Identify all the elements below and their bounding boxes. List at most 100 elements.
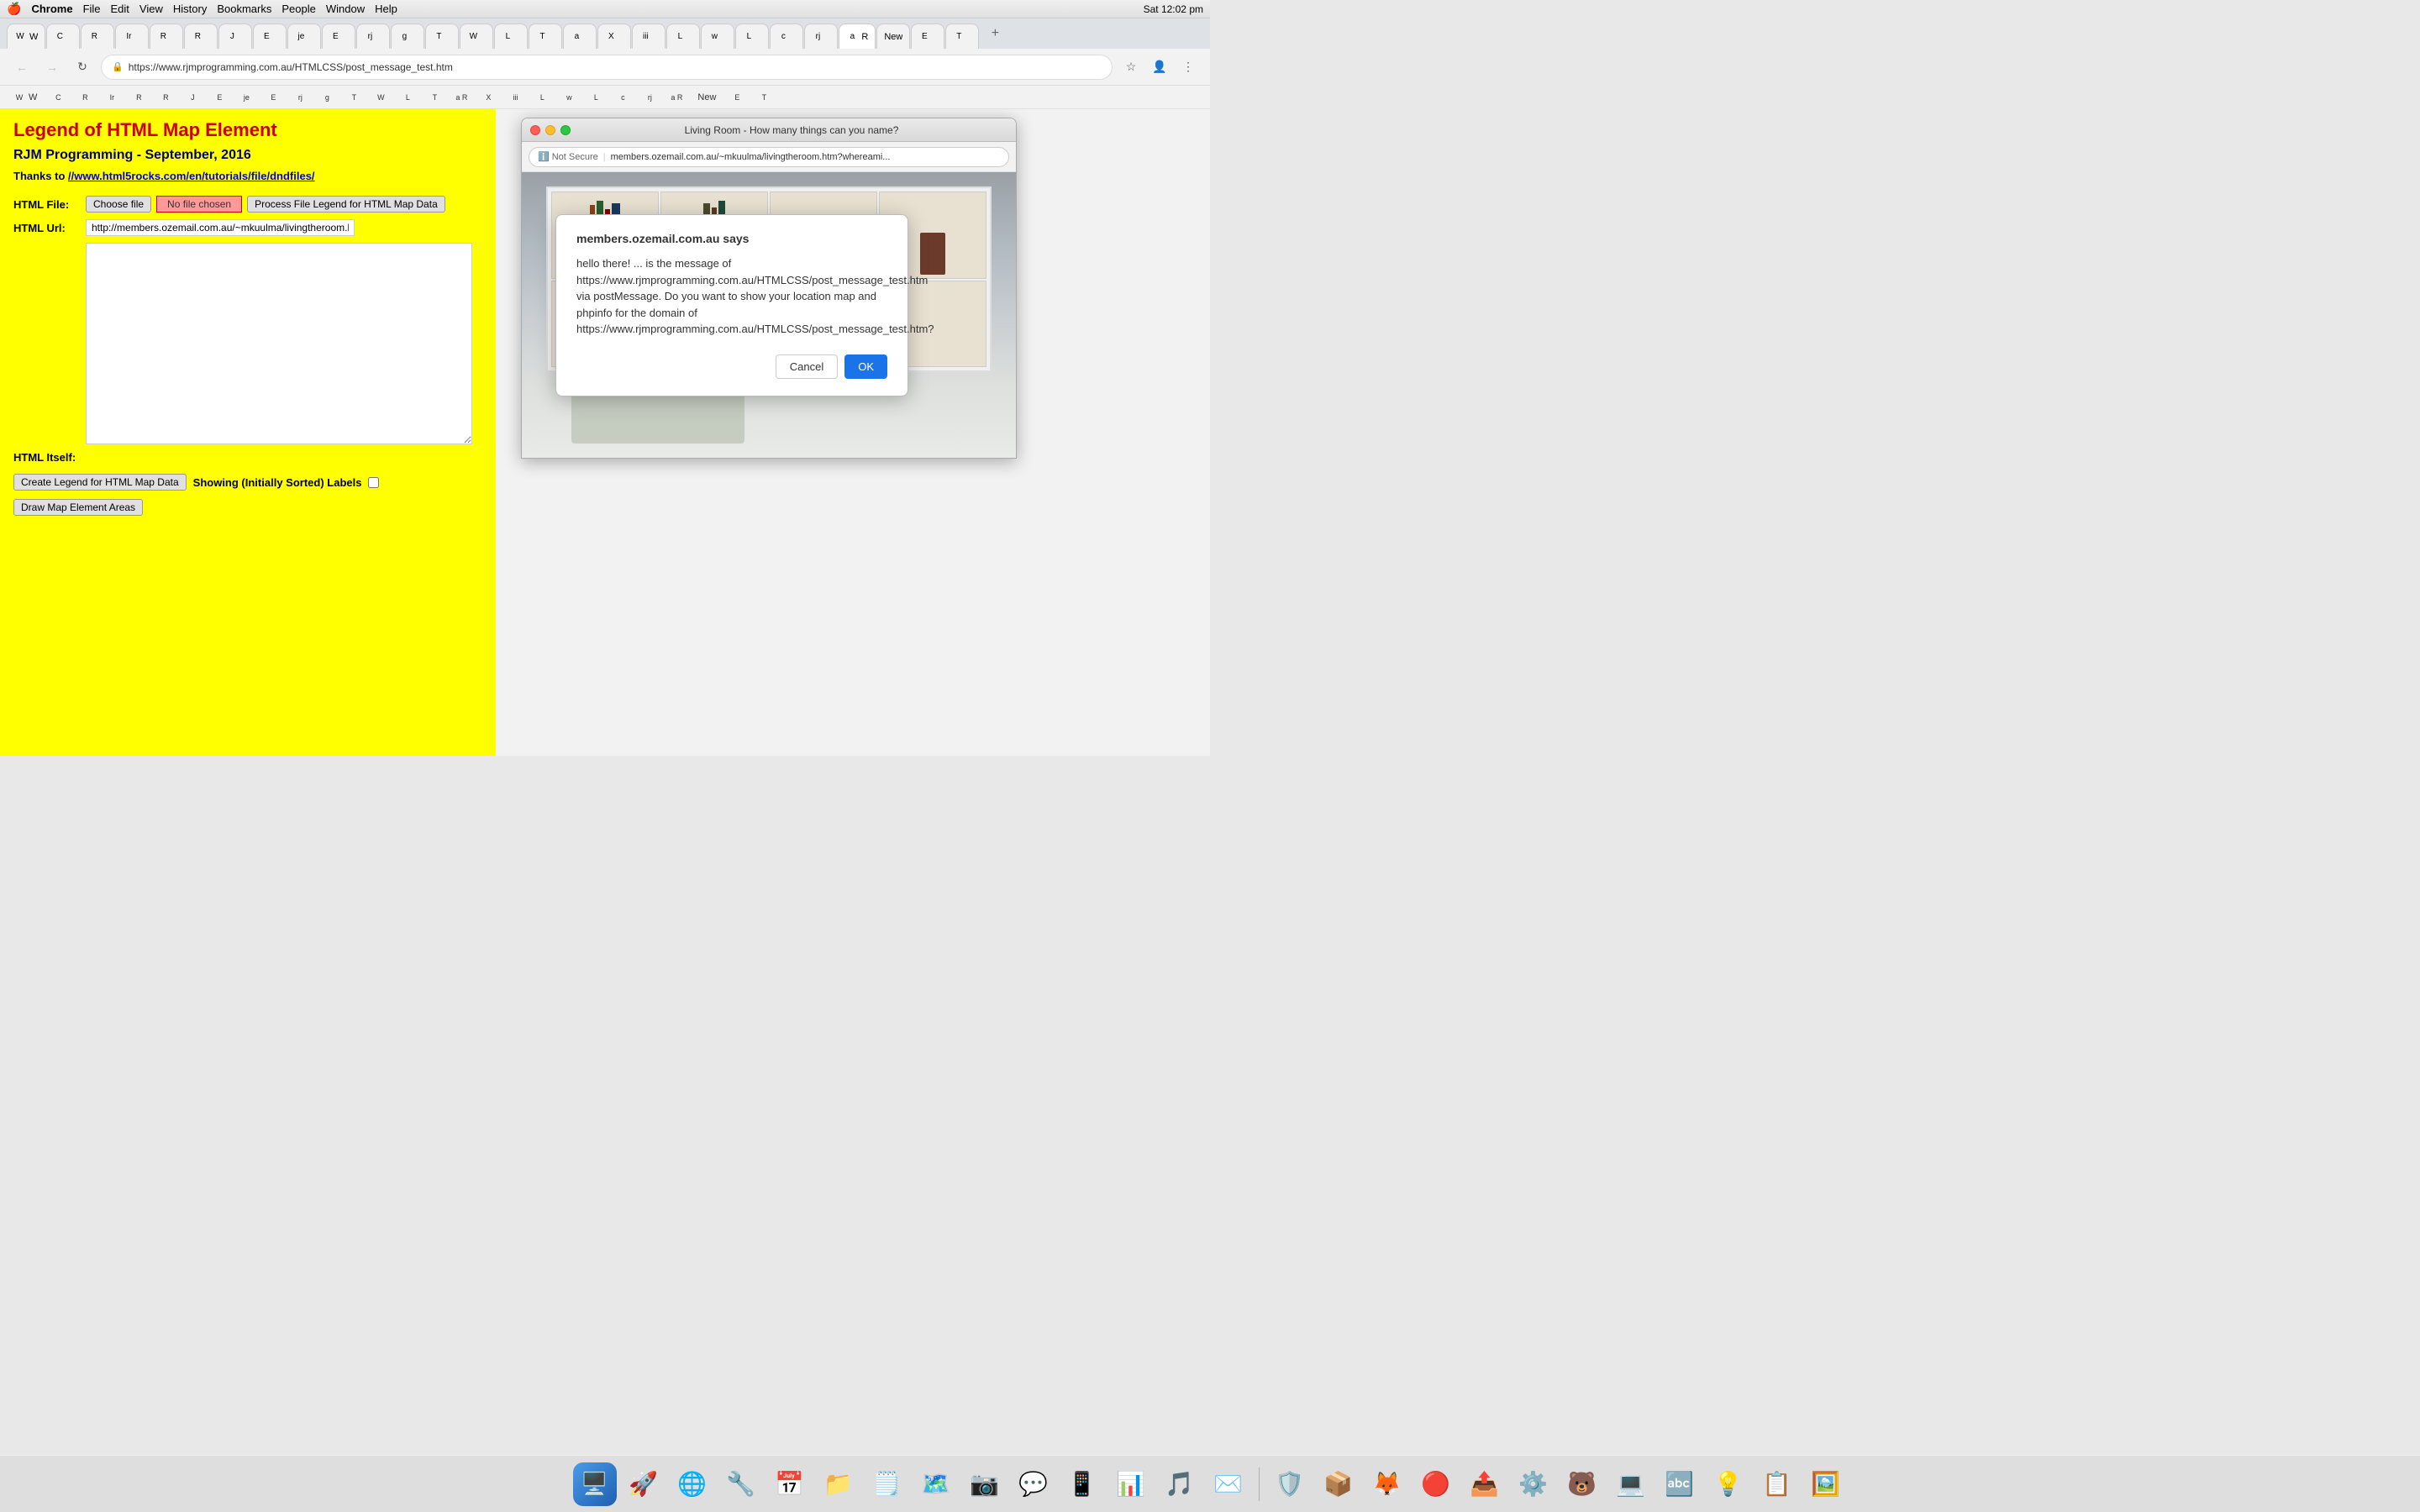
bookmark-r3[interactable]: R — [153, 88, 178, 107]
bookmark-rj[interactable]: rj — [287, 88, 313, 107]
dock-numbers[interactable]: 📊 — [1109, 1462, 1153, 1506]
tab-ar1[interactable]: a — [563, 24, 597, 49]
tab-t1[interactable]: T — [425, 24, 459, 49]
bookmark-new[interactable]: New — [691, 88, 723, 107]
tab-ir[interactable]: Ir — [115, 24, 149, 49]
bookmark-j[interactable]: J — [180, 88, 205, 107]
bookmark-ir[interactable]: Ir — [99, 88, 124, 107]
tab-t2[interactable]: T — [945, 24, 979, 49]
back-button[interactable]: ← — [10, 55, 34, 79]
draw-map-button[interactable]: Draw Map Element Areas — [13, 499, 143, 516]
bookmark-t2[interactable]: T — [751, 88, 776, 107]
dock-mail[interactable]: ✉️ — [1207, 1462, 1250, 1506]
forward-button[interactable]: → — [40, 55, 64, 79]
bookmark-ar2[interactable]: a R — [664, 88, 689, 107]
bookmark-t[interactable]: T — [341, 88, 366, 107]
tab-w[interactable]: WW — [7, 24, 45, 49]
tab-c[interactable]: C — [46, 24, 80, 49]
tab-cc[interactable]: c — [770, 24, 803, 49]
profile-button[interactable]: 👤 — [1148, 55, 1171, 79]
tab-w3[interactable]: w — [701, 24, 734, 49]
dock-settings[interactable]: ⚙️ — [1512, 1462, 1555, 1506]
create-legend-button[interactable]: Create Legend for HTML Map Data — [13, 474, 187, 491]
window-maximize-button[interactable] — [560, 125, 571, 135]
tab-j[interactable]: J — [218, 24, 252, 49]
showing-checkbox[interactable] — [368, 477, 379, 488]
bookmark-w[interactable]: W W — [7, 88, 44, 107]
dock-calendar[interactable]: 📅 — [768, 1462, 812, 1506]
dock-launchpad[interactable]: 🚀 — [622, 1462, 666, 1506]
alert-cancel-button[interactable]: Cancel — [776, 354, 838, 379]
tab-l2[interactable]: T — [529, 24, 562, 49]
tab-g[interactable]: g — [391, 24, 424, 49]
bookmark-g[interactable]: g — [314, 88, 339, 107]
dock-maps[interactable]: 🗺️ — [914, 1462, 958, 1506]
process-file-button[interactable]: Process File Legend for HTML Map Data — [247, 196, 445, 213]
dock-filezilla[interactable]: 📦 — [1317, 1462, 1360, 1506]
menubar-history[interactable]: History — [173, 3, 207, 15]
menubar-chrome[interactable]: Chrome — [31, 3, 72, 15]
thanks-link[interactable]: //www.html5rocks.com/en/tutorials/file/d… — [68, 170, 315, 182]
dock-firefox[interactable]: 🦊 — [1365, 1462, 1409, 1506]
dock-clipboard[interactable]: 📋 — [1755, 1462, 1799, 1506]
bookmark-e[interactable]: E — [207, 88, 232, 107]
bookmark-je[interactable]: je — [234, 88, 259, 107]
bookmark-l4[interactable]: L — [583, 88, 608, 107]
tab-e3[interactable]: E — [911, 24, 944, 49]
bookmark-w3[interactable]: w — [556, 88, 581, 107]
html-url-input[interactable] — [86, 219, 355, 236]
menubar-bookmarks[interactable]: Bookmarks — [217, 3, 271, 15]
tab-r3[interactable]: R — [184, 24, 218, 49]
tab-w2[interactable]: W — [460, 24, 493, 49]
tab-x[interactable]: X — [597, 24, 631, 49]
tab-rj2[interactable]: rj — [804, 24, 838, 49]
menubar-help[interactable]: Help — [375, 3, 397, 15]
tab-l4[interactable]: L — [735, 24, 769, 49]
dock-opera[interactable]: 🔴 — [1414, 1462, 1458, 1506]
tab-iii[interactable]: iii — [632, 24, 666, 49]
bookmark-iii[interactable]: iii — [502, 88, 528, 107]
window-close-button[interactable] — [530, 125, 540, 135]
tab-rj1[interactable]: rj — [356, 24, 390, 49]
dock-pencil[interactable]: 🔧 — [719, 1462, 763, 1506]
menu-button[interactable]: ⋮ — [1176, 55, 1200, 79]
tab-e1[interactable]: E — [253, 24, 287, 49]
bookmark-l2[interactable]: T — [422, 88, 447, 107]
bookmark-c[interactable]: C — [45, 88, 71, 107]
menubar-people[interactable]: People — [281, 3, 315, 15]
tab-active[interactable]: aR — [839, 24, 876, 49]
dock-iphone[interactable]: 📱 — [1060, 1462, 1104, 1506]
dock-transmit[interactable]: 📤 — [1463, 1462, 1507, 1506]
bookmark-e2[interactable]: E — [260, 88, 286, 107]
bookmark-x[interactable]: X — [476, 88, 501, 107]
apple-menu[interactable]: 🍎 — [7, 2, 21, 16]
bookmark-l1[interactable]: L — [395, 88, 420, 107]
bookmark-cc[interactable]: c — [610, 88, 635, 107]
bookmark-star-button[interactable]: ☆ — [1119, 55, 1143, 79]
tab-r1[interactable]: R — [81, 24, 114, 49]
menubar-view[interactable]: View — [139, 3, 163, 15]
tab-l1[interactable]: L — [494, 24, 528, 49]
tab-new[interactable]: New — [876, 24, 910, 49]
tab-je[interactable]: je — [287, 24, 321, 49]
new-tab-button[interactable]: + — [983, 22, 1007, 45]
tab-e2[interactable]: E — [322, 24, 355, 49]
dock-finder2[interactable]: 📁 — [817, 1462, 860, 1506]
menubar-file[interactable]: File — [83, 3, 101, 15]
menubar-edit[interactable]: Edit — [111, 3, 129, 15]
bookmark-r1[interactable]: R — [72, 88, 97, 107]
dock-messages[interactable]: 💬 — [1012, 1462, 1055, 1506]
reload-button[interactable]: ↻ — [71, 55, 94, 79]
dock-font-book[interactable]: 🔤 — [1658, 1462, 1702, 1506]
html-itself-textarea[interactable] — [86, 243, 472, 444]
dock-photos[interactable]: 📷 — [963, 1462, 1007, 1506]
dock-music[interactable]: 🎵 — [1158, 1462, 1202, 1506]
window-minimize-button[interactable] — [545, 125, 555, 135]
url-bar[interactable]: 🔒 https://www.rjmprogramming.com.au/HTML… — [101, 55, 1113, 80]
choose-file-button[interactable]: Choose file — [86, 196, 151, 213]
alert-ok-button[interactable]: OK — [844, 354, 887, 379]
dock-antivirus[interactable]: 🛡️ — [1268, 1462, 1312, 1506]
dock-safari[interactable]: 🌐 — [671, 1462, 714, 1506]
bookmark-l3[interactable]: L — [529, 88, 555, 107]
tab-r2[interactable]: R — [150, 24, 183, 49]
